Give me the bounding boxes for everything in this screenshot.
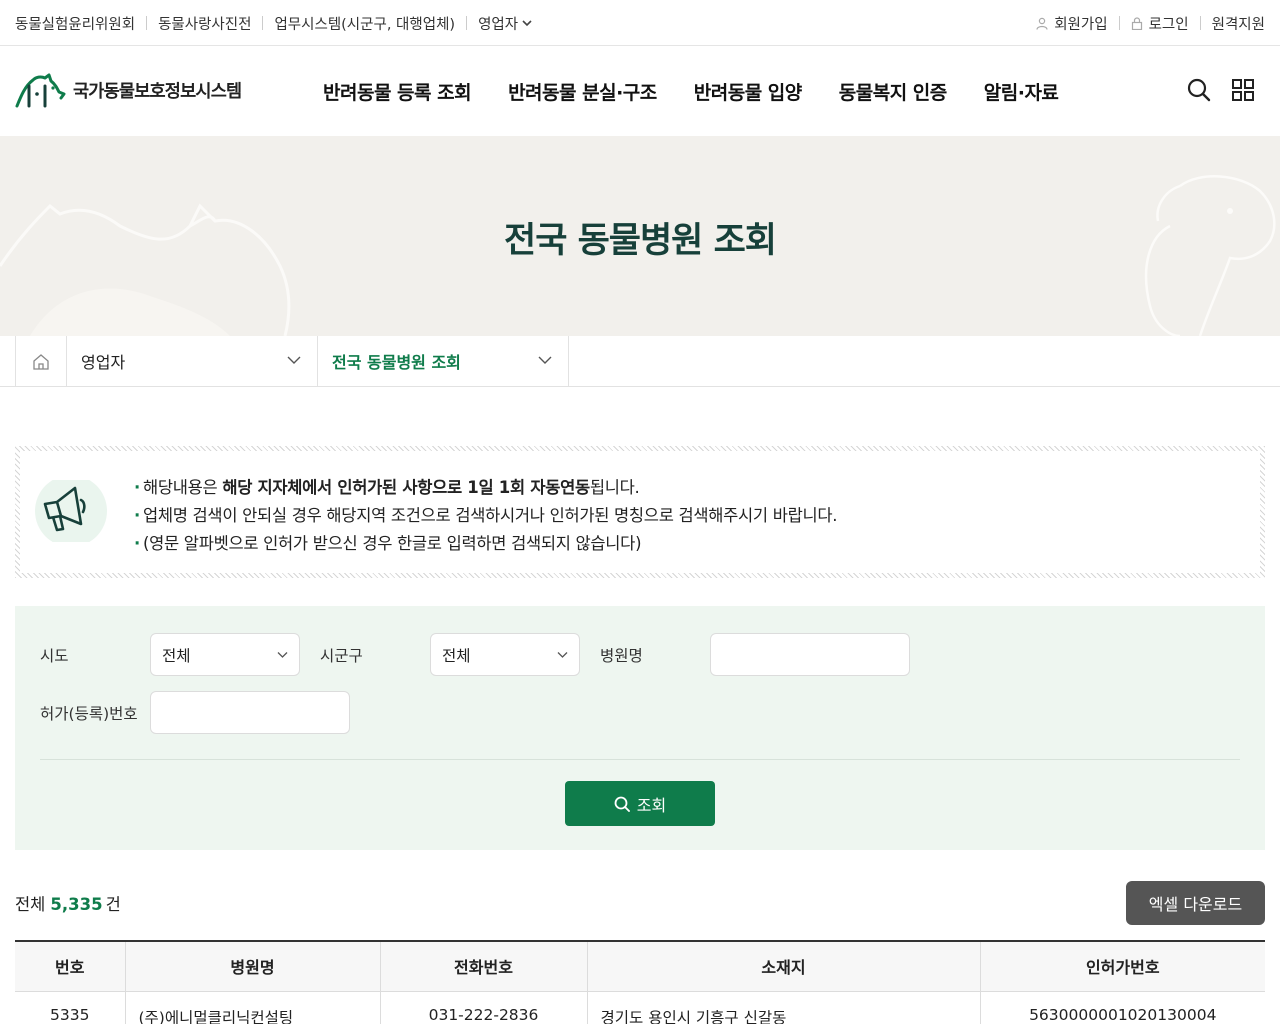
license-number-input[interactable] bbox=[150, 691, 350, 734]
gnb-item-welfare-cert[interactable]: 동물복지 인증 bbox=[839, 78, 948, 105]
license-number-label: 허가(등록)번호 bbox=[40, 705, 138, 723]
cell-license-number: 5630000001020130004 bbox=[1029, 1005, 1217, 1024]
chevron-down-icon bbox=[557, 652, 568, 658]
sitemap-grid-icon[interactable] bbox=[1232, 79, 1254, 101]
notice-item: · (영문 알파벳으로 인허가 받으신 경우 한글로 입력하면 검색되지 않습니다… bbox=[134, 534, 642, 553]
megaphone-icon bbox=[35, 480, 107, 542]
site-logo[interactable]: 국가동물보호정보시스템 bbox=[15, 72, 242, 108]
hospital-name-label: 병원명 bbox=[600, 647, 643, 665]
logo-text: 국가동물보호정보시스템 bbox=[73, 81, 242, 102]
chevron-down-icon bbox=[522, 20, 532, 27]
notice-text-emphasis: 해당 지자체에서 인허가된 사항으로 1일 1회 자동연동 bbox=[222, 478, 590, 497]
link-business-menu[interactable]: 영업자 bbox=[478, 13, 532, 34]
sido-select-value: 전체 bbox=[162, 646, 191, 665]
cell-hospital-name[interactable]: (주)에니멀클리닉컨설팅 bbox=[125, 991, 381, 1024]
family-links: 동물실험윤리위원회 동물사랑사진전 업무시스템(시군구, 대행업체) 영업자 bbox=[15, 0, 532, 46]
hospital-name-input[interactable] bbox=[710, 633, 910, 676]
sigungu-label: 시군구 bbox=[320, 647, 363, 665]
excel-download-button[interactable]: 엑셀 다운로드 bbox=[1126, 881, 1265, 925]
breadcrumb-depth1-label: 영업자 bbox=[81, 353, 126, 372]
gnb-item-adoption[interactable]: 반려동물 입양 bbox=[694, 78, 803, 105]
chevron-down-icon bbox=[538, 356, 552, 364]
page-visual-banner: 전국 동물병원 조회 bbox=[0, 136, 1280, 336]
remote-support-link[interactable]: 원격지원 bbox=[1212, 13, 1265, 34]
utility-bar: 동물실험윤리위원회 동물사랑사진전 업무시스템(시군구, 대행업체) 영업자 회… bbox=[0, 0, 1280, 46]
result-count-number: 5,335 bbox=[50, 895, 103, 914]
notice-text: 업체명 검색이 안되실 경우 해당지역 조건으로 검색하시거나 인허가된 명칭으… bbox=[142, 506, 838, 525]
cell-address: 경기도 용인시 기흥구 신갈동 bbox=[587, 991, 981, 1024]
signup-link[interactable]: 회원가입 bbox=[1036, 13, 1108, 34]
column-header-number: 번호 bbox=[15, 941, 126, 992]
search-icon[interactable] bbox=[1187, 78, 1211, 102]
page-title: 전국 동물병원 조회 bbox=[504, 221, 777, 261]
link-business-label: 영업자 bbox=[478, 16, 519, 33]
link-photo-contest[interactable]: 동물사랑사진전 bbox=[158, 13, 251, 34]
link-work-system[interactable]: 업무시스템(시군구, 대행업체) bbox=[274, 13, 455, 34]
search-icon bbox=[614, 796, 630, 812]
notice-text: 됩니다. bbox=[589, 478, 640, 497]
sigungu-select[interactable]: 전체 bbox=[430, 633, 580, 676]
divider bbox=[1118, 16, 1120, 30]
search-button-label: 조회 bbox=[636, 795, 667, 815]
sido-label: 시도 bbox=[40, 647, 69, 665]
cell-phone: 031-222-2836 bbox=[380, 991, 588, 1024]
column-header-phone: 전화번호 bbox=[380, 941, 588, 992]
divider bbox=[40, 759, 1240, 760]
notice-item: · 업체명 검색이 안되실 경우 해당지역 조건으로 검색하시거나 인허가된 명칭… bbox=[134, 506, 838, 525]
notice-text: 해당내용은 bbox=[142, 478, 223, 497]
link-animal-ethics[interactable]: 동물실험윤리위원회 bbox=[15, 13, 135, 34]
divider bbox=[146, 16, 148, 30]
sigungu-select-value: 전체 bbox=[442, 646, 471, 665]
gnb-item-registration[interactable]: 반려동물 등록 조회 bbox=[323, 78, 472, 105]
divider bbox=[262, 16, 264, 30]
logo-mark-icon bbox=[15, 73, 66, 108]
notice-item: · 해당내용은 해당 지자체에서 인허가된 사항으로 1일 1회 자동연동됩니다. bbox=[134, 478, 640, 497]
table-row[interactable]: 5335 (주)에니멀클리닉컨설팅 031-222-2836 경기도 용인시 기… bbox=[15, 991, 1265, 1024]
result-count-prefix: 전체 bbox=[15, 895, 46, 914]
member-links: 회원가입 로그인 원격지원 bbox=[1036, 0, 1265, 46]
notice-text: (영문 알파벳으로 인허가 받으신 경우 한글로 입력하면 검색되지 않습니다) bbox=[142, 534, 642, 553]
breadcrumb-depth1-dropdown[interactable]: 영업자 bbox=[67, 336, 318, 386]
global-nav: 반려동물 등록 조회 반려동물 분실·구조 반려동물 입양 동물복지 인증 알림… bbox=[323, 46, 1095, 136]
table-header-row: 번호 병원명 전화번호 소재지 인허가번호 bbox=[15, 941, 1265, 992]
chevron-down-icon bbox=[287, 356, 301, 364]
column-header-license-number: 인허가번호 bbox=[980, 941, 1265, 992]
site-header: 국가동물보호정보시스템 반려동물 등록 조회 반려동물 분실·구조 반려동물 입… bbox=[0, 46, 1280, 136]
notice-list: · 해당내용은 해당 지자체에서 인허가된 사항으로 1일 1회 자동연동됩니다.… bbox=[134, 474, 838, 558]
home-icon bbox=[33, 353, 49, 370]
divider bbox=[466, 16, 468, 30]
gnb-item-lost-rescue[interactable]: 반려동물 분실·구조 bbox=[508, 78, 657, 105]
header-tools bbox=[1187, 78, 1254, 102]
result-count: 전체 5,335 건 bbox=[15, 891, 121, 915]
divider bbox=[1199, 16, 1201, 30]
login-label: 로그인 bbox=[1148, 16, 1189, 33]
sido-select[interactable]: 전체 bbox=[150, 633, 300, 676]
hospital-table: 번호 병원명 전화번호 소재지 인허가번호 5335 (주)에니멀클리닉컨설팅 … bbox=[15, 940, 1265, 1024]
gnb-item-notice[interactable]: 알림·자료 bbox=[984, 78, 1059, 105]
chevron-down-icon bbox=[277, 652, 288, 658]
breadcrumb-home[interactable] bbox=[15, 336, 67, 386]
column-header-hospital-name: 병원명 bbox=[125, 941, 381, 992]
cell-number: 5335 bbox=[15, 991, 126, 1024]
breadcrumb: 영업자 전국 동물병원 조회 bbox=[0, 336, 1280, 387]
column-header-address: 소재지 bbox=[587, 941, 981, 992]
breadcrumb-depth2-label: 전국 동물병원 조회 bbox=[332, 353, 461, 372]
search-button[interactable]: 조회 bbox=[565, 781, 715, 826]
signup-label: 회원가입 bbox=[1054, 16, 1108, 33]
login-link[interactable]: 로그인 bbox=[1131, 13, 1189, 34]
lock-icon bbox=[1131, 16, 1142, 30]
breadcrumb-depth2-dropdown[interactable]: 전국 동물병원 조회 bbox=[318, 336, 569, 386]
result-count-suffix: 건 bbox=[105, 895, 121, 914]
user-icon bbox=[1036, 17, 1048, 30]
